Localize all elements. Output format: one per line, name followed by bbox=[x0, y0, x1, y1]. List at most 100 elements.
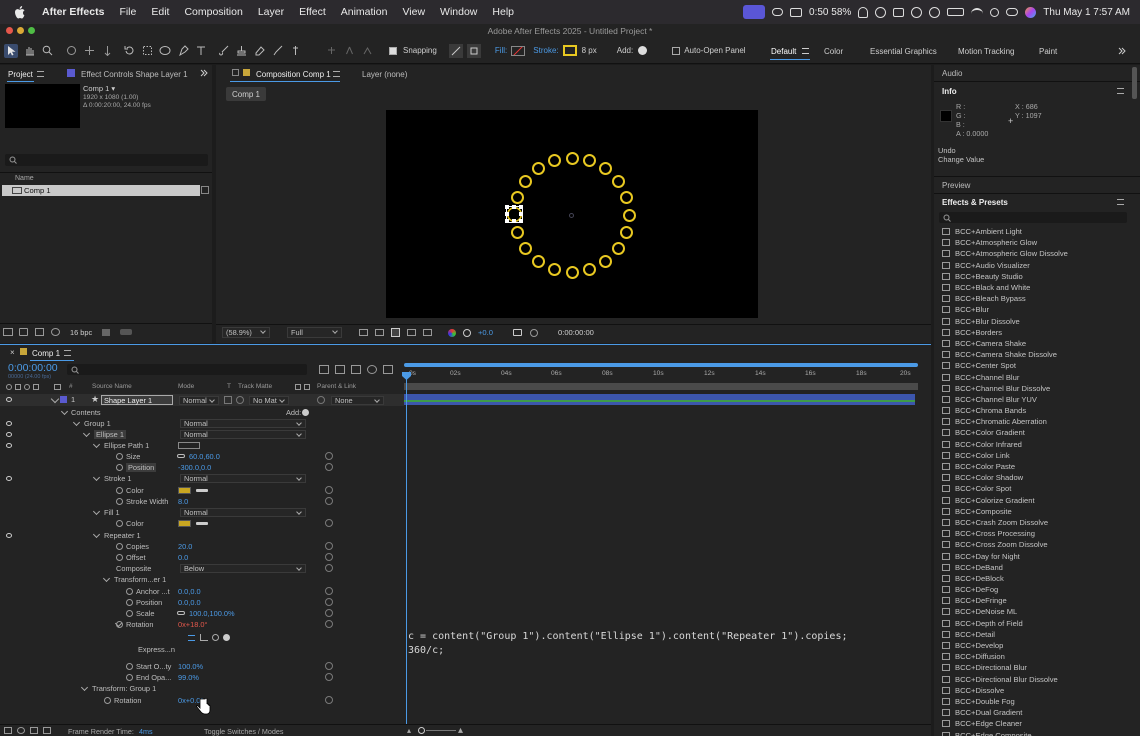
property-row[interactable]: Anchor ...t 0.0,0.0 bbox=[0, 586, 404, 597]
battery-icon[interactable] bbox=[947, 8, 965, 16]
switch-icon-2[interactable] bbox=[304, 384, 310, 390]
effect-item[interactable]: BCC+Borders bbox=[934, 327, 1130, 338]
snap-features-icon[interactable] bbox=[466, 43, 481, 58]
layer-name-field[interactable]: Shape Layer 1 bbox=[101, 395, 173, 405]
puppet-pin-tool-icon[interactable] bbox=[288, 44, 302, 58]
snapshot-camera-icon[interactable] bbox=[513, 329, 522, 336]
effect-item[interactable]: BCC+Cross Processing bbox=[934, 528, 1130, 539]
zoom-slider-handle[interactable] bbox=[418, 727, 425, 734]
effect-item[interactable]: BCC+Edge Cleaner bbox=[934, 718, 1130, 729]
draft-3d-icon[interactable] bbox=[335, 365, 345, 374]
eyedropper-icon[interactable] bbox=[196, 522, 208, 525]
zoom-slider-track[interactable] bbox=[426, 730, 456, 731]
expression-language-menu-icon[interactable] bbox=[223, 634, 230, 641]
stretch-icon[interactable] bbox=[43, 727, 51, 734]
effect-item[interactable]: BCC+Channel Blur YUV bbox=[934, 394, 1130, 405]
transform-handle[interactable] bbox=[519, 205, 523, 209]
expression-graph-icon[interactable] bbox=[200, 634, 208, 641]
region-of-interest-icon[interactable] bbox=[359, 329, 368, 336]
rotation-tool-icon[interactable] bbox=[122, 44, 136, 58]
zoom-out-icon[interactable]: ▴ bbox=[407, 726, 411, 735]
effect-item[interactable]: BCC+DeFog bbox=[934, 584, 1130, 595]
property-value[interactable]: 99.0% bbox=[178, 673, 199, 682]
selection-tool-icon[interactable] bbox=[4, 43, 18, 58]
effect-item[interactable]: BCC+Color Spot bbox=[934, 483, 1130, 494]
expression-editor[interactable]: c = content("Group 1").content("Ellipse … bbox=[408, 630, 928, 662]
stroke-swatch[interactable] bbox=[562, 45, 577, 56]
comp-breadcrumb[interactable]: Comp 1 bbox=[226, 87, 266, 101]
work-area[interactable] bbox=[404, 383, 918, 390]
blend-mode-dropdown[interactable]: Normal bbox=[180, 419, 306, 428]
zoom-window-button[interactable] bbox=[28, 27, 35, 34]
audio-panel-tab[interactable]: Audio bbox=[942, 69, 962, 78]
effect-item[interactable]: BCC+Cross Zoom Dissolve bbox=[934, 539, 1130, 550]
property-pickwhip-icon[interactable] bbox=[325, 519, 333, 527]
property-row[interactable]: Repeater 1 bbox=[0, 530, 404, 541]
timeline-search-input[interactable] bbox=[67, 364, 307, 375]
menu-file[interactable]: File bbox=[119, 6, 136, 18]
path-shape-icon[interactable] bbox=[178, 442, 200, 449]
col-mode[interactable]: Mode bbox=[178, 383, 194, 390]
wifi-icon[interactable] bbox=[971, 7, 984, 17]
menu-layer[interactable]: Layer bbox=[258, 6, 284, 18]
snapping-checkbox[interactable] bbox=[386, 44, 400, 58]
effect-item[interactable]: BCC+Color Infrared bbox=[934, 439, 1130, 450]
parent-pickwhip[interactable] bbox=[317, 396, 325, 404]
camera-icon[interactable] bbox=[790, 7, 803, 17]
project-col-name[interactable]: Name bbox=[15, 175, 34, 182]
expression-enable-icon[interactable] bbox=[188, 635, 195, 641]
expression-pickwhip-icon[interactable] bbox=[212, 634, 219, 641]
shy-layers-icon[interactable] bbox=[351, 365, 361, 374]
color-management-icon[interactable] bbox=[448, 329, 456, 337]
property-row[interactable]: Composite Below bbox=[0, 563, 404, 574]
transparency-grid-icon[interactable] bbox=[375, 329, 384, 336]
playhead-line[interactable] bbox=[406, 374, 407, 730]
effect-item[interactable]: BCC+DeBlock bbox=[934, 573, 1130, 584]
tab-composition[interactable]: Composition Comp 1 bbox=[256, 70, 331, 79]
motion-blur-icon[interactable] bbox=[367, 365, 377, 374]
effect-item[interactable]: BCC+Camera Shake bbox=[934, 338, 1130, 349]
effect-item[interactable]: BCC+Channel Blur Dissolve bbox=[934, 383, 1130, 394]
property-pickwhip-icon[interactable] bbox=[325, 696, 333, 704]
property-row[interactable]: Scale 100.0,100.0% bbox=[0, 608, 404, 619]
twirl-arrow-icon[interactable] bbox=[92, 473, 101, 482]
transform-handle[interactable] bbox=[512, 219, 516, 223]
pen-tool-icon[interactable] bbox=[176, 44, 190, 58]
twirl-arrow-icon[interactable] bbox=[80, 683, 89, 692]
color-swatch[interactable] bbox=[178, 520, 191, 527]
effect-item[interactable]: BCC+Ambient Light bbox=[934, 226, 1130, 237]
layer-row-shape-layer-1[interactable]: 1 ★ Shape Layer 1 Normal No Mat None bbox=[0, 394, 404, 406]
stopwatch-icon[interactable] bbox=[116, 464, 123, 471]
blend-mode-dropdown[interactable]: Normal bbox=[180, 474, 306, 483]
app-status-icon[interactable] bbox=[858, 6, 869, 18]
property-value[interactable]: 8.0 bbox=[178, 497, 188, 506]
blend-mode-dropdown[interactable]: Below bbox=[180, 564, 306, 573]
tab-effect-controls[interactable]: Effect Controls Shape Layer 1 bbox=[81, 70, 188, 79]
property-pickwhip-icon[interactable] bbox=[325, 620, 333, 628]
timeline-close-icon[interactable]: × bbox=[10, 348, 15, 357]
effect-item[interactable]: BCC+Directional Blur bbox=[934, 662, 1130, 673]
effect-item[interactable]: BCC+Black and White bbox=[934, 282, 1130, 293]
project-search-input[interactable] bbox=[5, 154, 208, 166]
visibility-eye-icon[interactable] bbox=[6, 443, 12, 448]
property-pickwhip-icon[interactable] bbox=[325, 587, 333, 595]
menu-effect[interactable]: Effect bbox=[299, 6, 326, 18]
preserve-transparency-box[interactable] bbox=[224, 396, 232, 404]
effects-presets-tab[interactable]: Effects & Presets bbox=[942, 198, 1008, 207]
new-comp-icon[interactable] bbox=[35, 328, 44, 336]
transform-handle[interactable] bbox=[519, 212, 523, 216]
contents-twirl[interactable] bbox=[60, 407, 69, 416]
graph-editor-icon[interactable] bbox=[383, 365, 393, 374]
property-pickwhip-icon[interactable] bbox=[325, 486, 333, 494]
show-channel-icon[interactable] bbox=[530, 329, 538, 337]
contents-row[interactable]: Contents Add: bbox=[0, 407, 404, 418]
in-out-icon[interactable] bbox=[30, 727, 38, 734]
visibility-eye-icon[interactable] bbox=[6, 533, 12, 538]
clone-stamp-tool-icon[interactable] bbox=[234, 44, 248, 58]
menu-window[interactable]: Window bbox=[440, 6, 477, 18]
property-row[interactable]: End Opa... 99.0% bbox=[0, 672, 404, 683]
lock-column-icon[interactable] bbox=[33, 384, 39, 390]
menu-edit[interactable]: Edit bbox=[151, 6, 169, 18]
layer-mode-dropdown[interactable]: Normal bbox=[179, 396, 219, 405]
magnification-dropdown[interactable]: (58.9%) bbox=[222, 327, 270, 338]
